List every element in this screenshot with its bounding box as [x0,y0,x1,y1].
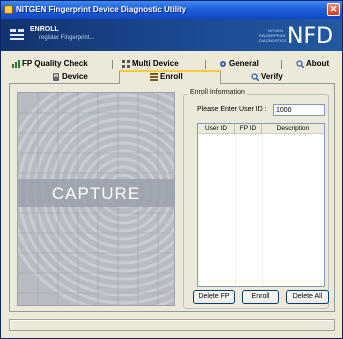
userid-label: Please Enter User ID : [197,106,267,113]
tab-separator [281,60,282,69]
enroll-info-title: Enroll Information [188,89,247,96]
header-banner: ENROLL register Fingerprint... NITGEN FI… [1,19,342,51]
capture-area: CAPTURE [17,92,175,306]
tab-verify[interactable]: Verify [251,71,283,83]
enroll-icon [150,73,158,81]
column-header-fp-id[interactable]: FP ID [235,124,262,134]
mode-subtitle: register Fingerprint... [39,35,95,41]
status-bar [9,319,335,331]
delete-all-button[interactable]: Delete All [286,290,329,304]
tab-multi-device[interactable]: Multi Device [122,58,179,70]
table-header: User ID FP ID Description [198,124,324,134]
enrolled-users-table[interactable]: User ID FP ID Description [197,123,325,287]
tab-general[interactable]: General [219,58,259,70]
close-button[interactable]: ✕ [327,3,340,16]
delete-fp-button[interactable]: Delete FP [193,290,235,304]
enroll-panel: CAPTURE Enroll Information Please Enter … [9,84,335,312]
tab-label: General [229,59,259,68]
column-divider [235,134,236,286]
tab-label: Multi Device [132,59,179,68]
tab-separator [112,60,113,69]
brand-tagline: NITGEN FINGERPRINT DIAGNOSTICS [259,28,287,43]
userid-input[interactable] [273,104,325,116]
tab-label: FP Quality Check [22,59,88,68]
app-icon [4,5,13,14]
tab-label: Enroll [160,72,183,81]
tab-label: Device [62,72,88,81]
tab-about[interactable]: About [296,58,329,70]
quality-check-icon [12,60,20,68]
tab-separator [205,60,206,69]
capture-label: CAPTURE [51,184,141,203]
brand-logo: NFD [287,24,334,49]
column-header-user-id[interactable]: User ID [198,124,235,134]
tab-bar: FP Quality Check Multi Device General Ab… [9,58,335,84]
tab-enroll[interactable]: Enroll [150,71,183,83]
mode-title: ENROLL [30,26,59,33]
device-icon [53,73,59,81]
general-icon [220,61,226,67]
multi-device-icon [122,60,130,68]
enroll-button[interactable]: Enroll [242,290,279,304]
about-icon [296,60,304,68]
title-bar[interactable]: NITGEN Fingerprint Device Diagnostic Uti… [1,1,342,19]
window-title: NITGEN Fingerprint Device Diagnostic Uti… [16,5,187,14]
tab-device[interactable]: Device [52,71,88,83]
tab-label: Verify [261,72,283,81]
tab-label: About [306,59,330,68]
app-window: NITGEN Fingerprint Device Diagnostic Uti… [0,0,343,339]
column-header-description[interactable]: Description [262,124,324,134]
mode-icon [10,29,24,41]
tab-fp-quality-check[interactable]: FP Quality Check [12,58,88,70]
verify-icon [251,73,259,81]
column-divider [262,134,263,286]
